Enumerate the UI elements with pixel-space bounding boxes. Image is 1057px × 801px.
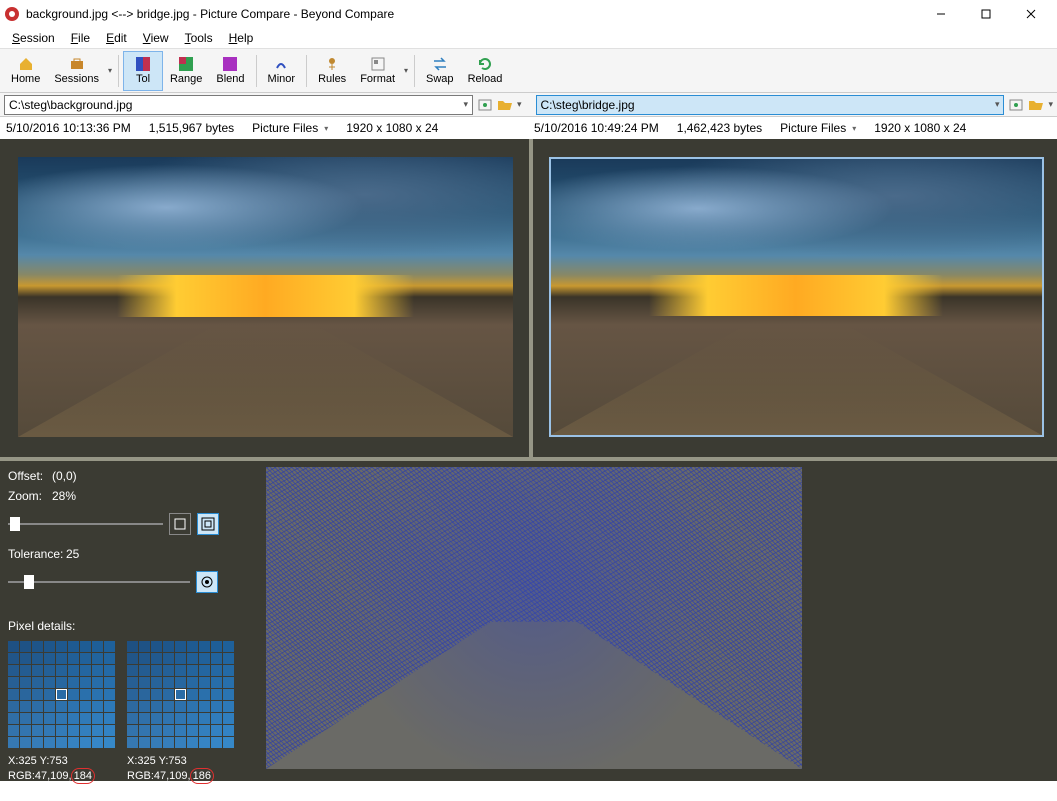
right-pixel-rgb: RGB:47,109,186 <box>127 768 234 784</box>
left-filter[interactable]: Picture Files▾ <box>252 121 328 135</box>
right-filter[interactable]: Picture Files▾ <box>780 121 856 135</box>
zoom-value: 28% <box>52 489 76 503</box>
chevron-down-icon[interactable]: ▾ <box>463 99 468 110</box>
rules-button[interactable]: Rules <box>311 51 353 91</box>
home-button[interactable]: Home <box>4 51 47 91</box>
window-title: background.jpg <--> bridge.jpg - Picture… <box>26 7 918 21</box>
home-icon <box>18 56 34 72</box>
left-pixel-rgb: RGB:47,109,184 <box>8 768 115 784</box>
swap-icon <box>432 56 448 72</box>
app-icon <box>4 6 20 22</box>
sessions-button[interactable]: Sessions <box>47 51 106 91</box>
left-pixel-alpha: A:255 <box>8 784 115 798</box>
right-dimensions: 1920 x 1080 x 24 <box>874 121 966 135</box>
pathbar: C:\steg\background.jpg ▾ ▾ C:\steg\bridg… <box>0 93 1057 117</box>
range-button[interactable]: Range <box>163 51 209 91</box>
titlebar: background.jpg <--> bridge.jpg - Picture… <box>0 0 1057 27</box>
tolerance-label: Tolerance: <box>8 547 66 561</box>
zoom-label: Zoom: <box>8 489 52 503</box>
chevron-down-icon[interactable]: ▾ <box>1048 99 1053 110</box>
swap-button[interactable]: Swap <box>419 51 461 91</box>
zoom-slider[interactable] <box>8 523 163 525</box>
tolerance-icon <box>135 56 151 72</box>
separator <box>306 55 307 87</box>
chevron-down-icon[interactable]: ▾ <box>995 99 1000 110</box>
separator <box>256 55 257 87</box>
controls-column: Offset: (0,0) Zoom: 28% Tolerance: 25 Pi… <box>8 467 256 781</box>
range-icon <box>178 56 194 72</box>
right-image-pane[interactable] <box>535 139 1057 457</box>
separator <box>414 55 415 87</box>
open-folder-icon[interactable] <box>497 97 513 113</box>
fit-button[interactable] <box>169 513 191 535</box>
format-dropdown[interactable]: ▾ <box>402 66 410 75</box>
tolerance-slider[interactable] <box>8 581 190 583</box>
left-path-text: C:\steg\background.jpg <box>9 98 132 112</box>
bottom-panel: Offset: (0,0) Zoom: 28% Tolerance: 25 Pi… <box>0 461 1057 781</box>
format-icon <box>370 56 386 72</box>
close-button[interactable] <box>1008 0 1053 27</box>
left-path-input[interactable]: C:\steg\background.jpg ▾ <box>4 95 473 115</box>
tolerance-value: 25 <box>66 547 79 561</box>
actual-size-button[interactable] <box>197 513 219 535</box>
blend-icon <box>222 56 238 72</box>
reload-icon <box>477 56 493 72</box>
menu-edit[interactable]: Edit <box>98 29 135 47</box>
right-pixel-xy: X:325 Y:753 <box>127 754 234 768</box>
briefcase-icon <box>69 56 85 72</box>
right-pixel-alpha: A:255 <box>127 784 234 798</box>
left-pixel-grid: X:325 Y:753 RGB:47,109,184 A:255 <box>8 641 115 798</box>
chevron-down-icon[interactable]: ▾ <box>517 99 522 110</box>
maximize-button[interactable] <box>963 0 1008 27</box>
blend-button[interactable]: Blend <box>209 51 251 91</box>
pixel-details-label: Pixel details: <box>8 619 75 633</box>
left-info-bar: 5/10/2016 10:13:36 PM 1,515,967 bytes Pi… <box>0 117 528 139</box>
right-timestamp: 5/10/2016 10:49:24 PM <box>534 121 659 135</box>
minimize-button[interactable] <box>918 0 963 27</box>
menu-session[interactable]: Session <box>4 29 63 47</box>
left-bytes: 1,515,967 bytes <box>149 121 234 135</box>
reload-button[interactable]: Reload <box>461 51 510 91</box>
minor-icon <box>273 56 289 72</box>
image-compare-area <box>0 139 1057 457</box>
minor-button[interactable]: Minor <box>261 51 303 91</box>
left-timestamp: 5/10/2016 10:13:36 PM <box>6 121 131 135</box>
separator <box>118 55 119 87</box>
menu-file[interactable]: File <box>63 29 98 47</box>
pane-divider[interactable] <box>529 139 533 457</box>
format-button[interactable]: Format <box>353 51 402 91</box>
diff-image <box>266 467 802 769</box>
menubar: Session File Edit View Tools Help <box>0 27 1057 49</box>
diff-image-pane[interactable] <box>256 467 1057 781</box>
left-image-pane[interactable] <box>0 139 527 457</box>
right-bytes: 1,462,423 bytes <box>677 121 762 135</box>
offset-label: Offset: <box>8 469 52 483</box>
menu-tools[interactable]: Tools <box>177 29 221 47</box>
left-dimensions: 1920 x 1080 x 24 <box>346 121 438 135</box>
tol-button[interactable]: Tol <box>123 51 163 91</box>
right-path-input[interactable]: C:\steg\bridge.jpg ▾ <box>536 95 1005 115</box>
history-icon[interactable] <box>477 97 493 113</box>
toolbar: Home Sessions ▾ Tol Range Blend Minor Ru… <box>0 49 1057 93</box>
right-pixel-grid: X:325 Y:753 RGB:47,109,186 A:255 <box>127 641 234 798</box>
sessions-dropdown[interactable]: ▾ <box>106 66 114 75</box>
history-icon[interactable] <box>1008 97 1024 113</box>
window-controls <box>918 0 1053 27</box>
right-path-text: C:\steg\bridge.jpg <box>541 98 635 112</box>
left-image <box>18 157 513 437</box>
menu-view[interactable]: View <box>135 29 177 47</box>
right-image <box>549 157 1044 437</box>
tolerance-mode-button[interactable] <box>196 571 218 593</box>
right-info-bar: 5/10/2016 10:49:24 PM 1,462,423 bytes Pi… <box>528 117 1057 139</box>
left-pixel-xy: X:325 Y:753 <box>8 754 115 768</box>
open-folder-icon[interactable] <box>1028 97 1044 113</box>
menu-help[interactable]: Help <box>221 29 262 47</box>
rules-icon <box>324 56 340 72</box>
offset-value: (0,0) <box>52 469 77 483</box>
